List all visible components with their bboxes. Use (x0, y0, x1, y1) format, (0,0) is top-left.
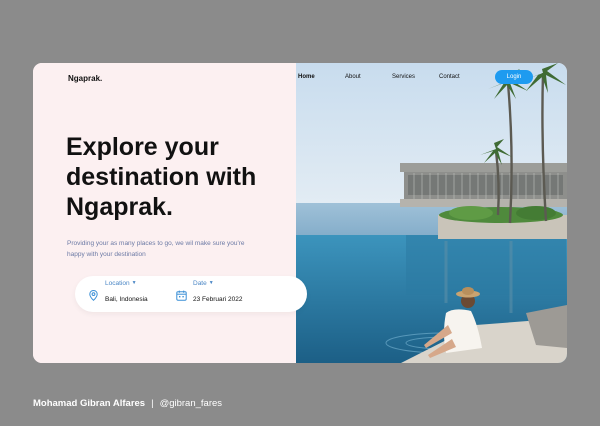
hero-title-line: Explore your (66, 133, 219, 161)
nav-contact[interactable]: Contact (439, 74, 460, 80)
date-dropdown[interactable]: Date ▼ (193, 280, 214, 287)
calendar-icon (176, 288, 187, 306)
resort-pool-image (296, 63, 567, 363)
login-button[interactable]: Login (495, 70, 533, 84)
hero-photo (296, 63, 567, 363)
credit-author: Mohamad Gibran Alfares (33, 398, 146, 409)
nav-services[interactable]: Services (392, 74, 415, 80)
map-pin-icon (89, 288, 98, 306)
nav-home[interactable]: Home (298, 74, 315, 80)
credit-separator: | (151, 398, 154, 409)
chevron-down-icon: ▼ (208, 280, 214, 286)
location-label: Location (105, 280, 130, 287)
date-label: Date (193, 280, 207, 287)
hero-subtitle-line: happy with your destination (67, 251, 146, 258)
chevron-down-icon: ▼ (131, 280, 137, 286)
hero-title-line: destination with (66, 163, 257, 191)
hero-title: Explore your destination with Ngaprak. (66, 132, 291, 222)
hero-subtitle-line: Providing your as many places to go, we … (67, 240, 245, 247)
hero-title-line: Ngaprak. (66, 193, 173, 221)
credit-handle: @gibran_fares (159, 398, 223, 409)
date-value[interactable]: 23 Februari 2022 (193, 296, 243, 303)
location-value[interactable]: Bali, Indonesia (105, 296, 148, 303)
nav-about[interactable]: About (345, 74, 361, 80)
brand-logo[interactable]: Ngaprak. (68, 74, 102, 83)
search-bar: Location ▼ Bali, Indonesia Date ▼ 23 Febru… (75, 276, 307, 312)
hero-subtitle: Providing your as many places to go, we … (67, 238, 297, 260)
designer-credit: Mohamad Gibran Alfares | @gibran_fares (33, 398, 222, 409)
location-dropdown[interactable]: Location ▼ (105, 280, 137, 287)
landing-card: Ngaprak. Home About Services Contact Log… (33, 63, 567, 363)
